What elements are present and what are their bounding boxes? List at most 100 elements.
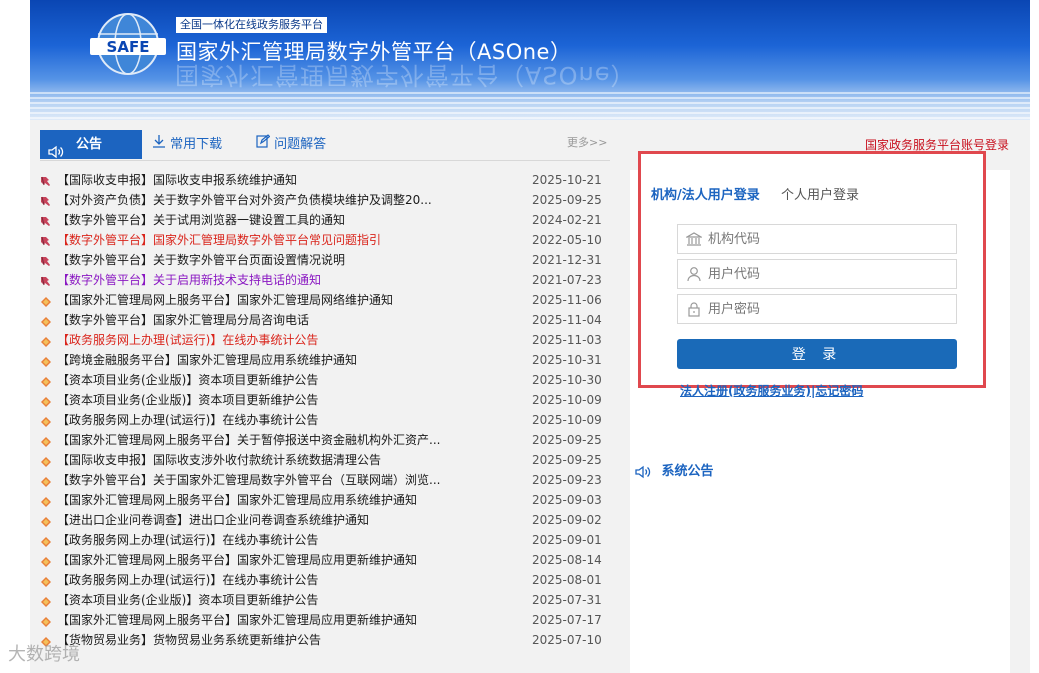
notice-title-link[interactable]: 【国家外汇管理局网上服务平台】国家外汇管理局应用系统维护通知: [57, 490, 527, 510]
tab-announcement-label: 公告: [76, 137, 103, 152]
header-banner: 国家外汇管理局数字外管平台（ASOne） SAFE 全国一体化在线政务服务平台 …: [30, 0, 1030, 120]
diamond-icon: [40, 374, 52, 387]
system-notice-heading: 系统公告: [635, 460, 714, 479]
notice-item[interactable]: 【跨境金融服务平台】国家外汇管理局应用系统维护通知 2025-10-31: [40, 350, 608, 370]
notice-title-link[interactable]: 【资本项目业务(企业版)】资本项目更新维护公告: [57, 590, 527, 610]
diamond-icon: [40, 574, 52, 587]
register-link[interactable]: 法人注册(政务服务业务): [680, 384, 811, 398]
notice-date: 2025-08-14: [532, 553, 602, 567]
notice-date: 2025-11-03: [532, 333, 602, 347]
notice-item[interactable]: 【货物贸易业务】货物贸易业务系统更新维护公告 2025-07-10: [40, 630, 608, 650]
notice-item[interactable]: 【政务服务网上办理(试运行)】在线办事统计公告 2025-10-09: [40, 410, 608, 430]
notice-item[interactable]: 【对外资产负债】关于数字外管平台对外资产负债模块维护及调整20... 2025-0…: [40, 190, 608, 210]
notice-date: 2025-11-04: [532, 313, 602, 327]
notice-item[interactable]: 【数字外管平台】关于试用浏览器一键设置工具的通知 2024-02-21: [40, 210, 608, 230]
notice-title-link[interactable]: 【国家外汇管理局网上服务平台】国家外汇管理局应用更新维护通知: [57, 610, 527, 630]
notice-title-link[interactable]: 【国家外汇管理局网上服务平台】国家外汇管理局应用更新维护通知: [57, 550, 527, 570]
notice-item[interactable]: 【数字外管平台】国家外汇管理局分局咨询电话 2025-11-04: [40, 310, 608, 330]
notice-item[interactable]: 【国际收支申报】国际收支涉外收付款统计系统数据清理公告 2025-09-25: [40, 450, 608, 470]
tab-org-login[interactable]: 机构/法人用户登录: [651, 184, 760, 203]
notice-item[interactable]: 【政务服务网上办理(试运行)】在线办事统计公告 2025-11-03: [40, 330, 608, 350]
notice-item[interactable]: 【资本项目业务(企业版)】资本项目更新维护公告 2025-10-09: [40, 390, 608, 410]
diamond-icon: [40, 434, 52, 447]
notice-title-link[interactable]: 【数字外管平台】关于启用新技术支持电话的通知: [57, 270, 527, 290]
user-code-field: [677, 259, 957, 289]
notice-date: 2022-05-10: [532, 233, 602, 247]
tab-downloads[interactable]: 常用下载: [152, 130, 222, 159]
password-input[interactable]: [706, 295, 950, 323]
lock-icon: [682, 295, 706, 323]
notice-title-link[interactable]: 【数字外管平台】国家外汇管理局数字外管平台常见问题指引: [57, 230, 527, 250]
notice-date: 2025-09-25: [532, 433, 602, 447]
notice-title-link[interactable]: 【跨境金融服务平台】国家外汇管理局应用系统维护通知: [57, 350, 527, 370]
notice-item[interactable]: 【数字外管平台】关于数字外管平台页面设置情况说明 2021-12-31: [40, 250, 608, 270]
notice-item[interactable]: 【资本项目业务(企业版)】资本项目更新维护公告 2025-10-30: [40, 370, 608, 390]
diamond-icon: [40, 414, 52, 427]
notice-date: 2025-09-02: [532, 513, 602, 527]
user-code-input[interactable]: [706, 260, 950, 288]
pin-icon: [40, 214, 52, 226]
notice-item[interactable]: 【政务服务网上办理(试运行)】在线办事统计公告 2025-08-01: [40, 570, 608, 590]
register-links: 法人注册(政务服务业务)|忘记密码: [680, 382, 863, 399]
notice-title-link[interactable]: 【资本项目业务(企业版)】资本项目更新维护公告: [57, 390, 527, 410]
pin-icon: [40, 194, 52, 206]
more-link[interactable]: 更多>>: [567, 134, 607, 150]
notice-title-link[interactable]: 【政务服务网上办理(试运行)】在线办事统计公告: [57, 570, 527, 590]
notice-title-link[interactable]: 【数字外管平台】关于数字外管平台页面设置情况说明: [57, 250, 527, 270]
notice-item[interactable]: 【国家外汇管理局网上服务平台】国家外汇管理局应用更新维护通知 2025-08-14: [40, 550, 608, 570]
notice-item[interactable]: 【国家外汇管理局网上服务平台】关于暂停报送中资金融机构外汇资产... 2025-0…: [40, 430, 608, 450]
notice-date: 2025-07-17: [532, 613, 602, 627]
tab-announcement[interactable]: 公告: [40, 130, 142, 159]
notice-item[interactable]: 【进出口企业问卷调查】进出口企业问卷调查系统维护通知 2025-09-02: [40, 510, 608, 530]
notice-date: 2025-09-25: [532, 193, 602, 207]
notice-item[interactable]: 【国际收支申报】国际收支申报系统维护通知 2025-10-21: [40, 170, 608, 190]
notice-title-link[interactable]: 【国家外汇管理局网上服务平台】关于暂停报送中资金融机构外汇资产...: [57, 430, 527, 450]
login-box: 机构/法人用户登录 个人用户登录 登 录: [638, 151, 986, 388]
diamond-icon: [40, 534, 52, 547]
notice-title-link[interactable]: 【货物贸易业务】货物贸易业务系统更新维护公告: [57, 630, 527, 650]
notice-item[interactable]: 【政务服务网上办理(试运行)】在线办事统计公告 2025-09-01: [40, 530, 608, 550]
notice-title-link[interactable]: 【数字外管平台】关于国家外汇管理局数字外管平台（互联网端）浏览...: [57, 470, 527, 490]
diamond-icon: [40, 454, 52, 467]
notice-title-link[interactable]: 【对外资产负债】关于数字外管平台对外资产负债模块维护及调整20...: [57, 190, 527, 210]
forgot-password-link[interactable]: 忘记密码: [815, 384, 863, 398]
notice-item[interactable]: 【数字外管平台】国家外汇管理局数字外管平台常见问题指引 2022-05-10: [40, 230, 608, 250]
notice-title-link[interactable]: 【数字外管平台】关于试用浏览器一键设置工具的通知: [57, 210, 527, 230]
notice-item[interactable]: 【国家外汇管理局网上服务平台】国家外汇管理局应用更新维护通知 2025-07-17: [40, 610, 608, 630]
notice-item[interactable]: 【数字外管平台】关于国家外汇管理局数字外管平台（互联网端）浏览... 2025-0…: [40, 470, 608, 490]
notice-title-link[interactable]: 【资本项目业务(企业版)】资本项目更新维护公告: [57, 370, 527, 390]
notice-title-link[interactable]: 【进出口企业问卷调查】进出口企业问卷调查系统维护通知: [57, 510, 527, 530]
tab-downloads-label: 常用下载: [170, 137, 223, 152]
bank-icon: [682, 225, 706, 253]
diamond-icon: [40, 614, 52, 627]
notice-title-link[interactable]: 【数字外管平台】国家外汇管理局分局咨询电话: [57, 310, 527, 330]
notice-title-link[interactable]: 【国际收支申报】国际收支涉外收付款统计系统数据清理公告: [57, 450, 527, 470]
notice-date: 2025-09-01: [532, 533, 602, 547]
login-button[interactable]: 登 录: [677, 339, 957, 369]
tab-personal-login[interactable]: 个人用户登录: [781, 184, 859, 203]
notice-item[interactable]: 【国家外汇管理局网上服务平台】国家外汇管理局应用系统维护通知 2025-09-03: [40, 490, 608, 510]
notice-date: 2025-07-10: [532, 633, 602, 647]
notice-title-link[interactable]: 【国家外汇管理局网上服务平台】国家外汇管理局网络维护通知: [57, 290, 527, 310]
notice-date: 2025-09-23: [532, 473, 602, 487]
notice-title-link[interactable]: 【政务服务网上办理(试运行)】在线办事统计公告: [57, 530, 527, 550]
notice-title-link[interactable]: 【国际收支申报】国际收支申报系统维护通知: [57, 170, 527, 190]
diamond-icon: [40, 334, 52, 347]
notice-date: 2021-07-23: [532, 273, 602, 287]
notice-title-link[interactable]: 【政务服务网上办理(试运行)】在线办事统计公告: [57, 330, 527, 350]
logo-text: SAFE: [107, 38, 150, 56]
pin-icon: [40, 274, 52, 286]
notice-title-link[interactable]: 【政务服务网上办理(试运行)】在线办事统计公告: [57, 410, 527, 430]
password-field: [677, 294, 957, 324]
notice-date: 2025-10-31: [532, 353, 602, 367]
notice-date: 2024-02-21: [532, 213, 602, 227]
platform-subtitle: 全国一体化在线政务服务平台: [176, 17, 327, 33]
org-code-input[interactable]: [706, 225, 950, 253]
notice-item[interactable]: 【国家外汇管理局网上服务平台】国家外汇管理局网络维护通知 2025-11-06: [40, 290, 608, 310]
tab-faq[interactable]: 问题解答: [256, 130, 326, 159]
notice-item[interactable]: 【数字外管平台】关于启用新技术支持电话的通知 2021-07-23: [40, 270, 608, 290]
main-content: 公告 常用下载 问题解答 更多>> 【国际收支申报】国际收支申报系统维护通知 20…: [30, 120, 1030, 673]
diamond-icon: [40, 494, 52, 507]
banner-stripes: [30, 92, 1030, 120]
notice-item[interactable]: 【资本项目业务(企业版)】资本项目更新维护公告 2025-07-31: [40, 590, 608, 610]
